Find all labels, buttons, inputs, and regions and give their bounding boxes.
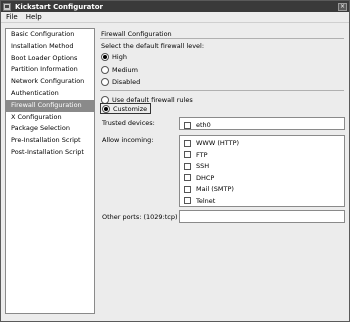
checkbox-label-eth0: eth0: [196, 121, 211, 129]
checkbox-eth0[interactable]: eth0: [184, 120, 211, 130]
radio-button-medium[interactable]: [101, 65, 109, 74]
checkbox-box-dhcp[interactable]: [184, 174, 191, 181]
checkbox-label-ftp: FTP: [196, 150, 208, 159]
checkbox-label-dhcp: DHCP: [196, 173, 215, 182]
sidebar-item-partition-information[interactable]: Partition Information: [6, 64, 94, 76]
allow-incoming-label: Allow incoming:: [102, 136, 154, 144]
checkbox-label-telnet: Telnet: [196, 196, 216, 205]
checkbox-http[interactable]: WWW (HTTP): [184, 138, 239, 148]
radio-label-customize: Customize: [113, 104, 148, 113]
radio-label-high: High: [112, 52, 127, 61]
radio-button-disabled[interactable]: [101, 77, 109, 86]
checkbox-dhcp[interactable]: DHCP: [184, 173, 214, 183]
radio-button-customize[interactable]: [102, 104, 110, 113]
section-list: Basic Configuration Installation Method …: [5, 28, 95, 314]
checkbox-box-ssh[interactable]: [184, 162, 191, 170]
trusted-devices-label: Trusted devices:: [102, 119, 155, 127]
window-title: Kickstart Configurator: [15, 2, 103, 11]
radio-level-disabled[interactable]: Disabled: [101, 76, 140, 87]
sidebar-item-post-installation-script[interactable]: Post-Installation Script: [6, 147, 94, 159]
radio-customize[interactable]: Customize: [100, 103, 152, 114]
radio-level-medium[interactable]: Medium: [101, 64, 138, 75]
close-icon[interactable]: ×: [338, 2, 347, 11]
sidebar-item-installation-method[interactable]: Installation Method: [6, 41, 94, 53]
radio-level-high[interactable]: High: [101, 51, 127, 62]
sidebar-item-x-configuration[interactable]: X Configuration: [6, 112, 94, 124]
checkbox-smtp[interactable]: Mail (SMTP): [184, 184, 234, 194]
menu-file[interactable]: File: [1, 13, 22, 21]
menu-bar: File Help: [1, 12, 349, 23]
checkbox-label-smtp: Mail (SMTP): [196, 185, 234, 193]
checkbox-box-smtp[interactable]: [184, 185, 191, 193]
options-divider: [100, 90, 344, 91]
checkbox-ftp[interactable]: FTP: [184, 150, 208, 160]
checkbox-label-ssh: SSH: [196, 162, 210, 170]
radio-button-high[interactable]: [101, 52, 109, 61]
sidebar-item-package-selection[interactable]: Package Selection: [6, 123, 94, 135]
section-divider: [100, 38, 344, 39]
checkbox-label-http: WWW (HTTP): [196, 139, 240, 147]
checkbox-ssh[interactable]: SSH: [184, 161, 209, 171]
allow-incoming-list: WWW (HTTP) FTP SSH DHCP Mail (SMTP) Teln…: [179, 135, 345, 207]
firewall-panel: Firewall Configuration Select the defaul…: [98, 28, 346, 314]
window-menu-icon[interactable]: [3, 2, 11, 11]
sidebar-item-pre-installation-script[interactable]: Pre-Installation Script: [6, 135, 94, 147]
firewall-level-prompt: Select the default firewall level:: [101, 42, 205, 50]
other-ports-input[interactable]: [179, 210, 345, 223]
sidebar-item-firewall-configuration[interactable]: Firewall Configuration: [6, 99, 94, 112]
menu-help[interactable]: Help: [22, 13, 46, 21]
sidebar-item-authentication[interactable]: Authentication: [6, 88, 94, 100]
section-title: Firewall Configuration: [101, 30, 172, 38]
sidebar-item-basic-configuration[interactable]: Basic Configuration: [6, 29, 94, 41]
radio-label-medium: Medium: [112, 65, 138, 74]
title-bar[interactable]: Kickstart Configurator ×: [1, 1, 349, 12]
checkbox-box-telnet[interactable]: [184, 197, 191, 204]
sidebar-item-boot-loader-options[interactable]: Boot Loader Options: [6, 53, 94, 65]
checkbox-box-http[interactable]: [184, 139, 191, 147]
other-ports-label: Other ports: (1029:tcp): [102, 213, 178, 221]
checkbox-telnet[interactable]: Telnet: [184, 196, 215, 206]
checkbox-box-eth0[interactable]: [184, 121, 191, 129]
sidebar-item-network-configuration[interactable]: Network Configuration: [6, 76, 94, 88]
checkbox-box-ftp[interactable]: [184, 151, 191, 158]
radio-label-disabled: Disabled: [112, 77, 141, 86]
kickstart-window: Kickstart Configurator × File Help Basic…: [0, 0, 350, 322]
trusted-devices-list: eth0: [179, 117, 345, 130]
